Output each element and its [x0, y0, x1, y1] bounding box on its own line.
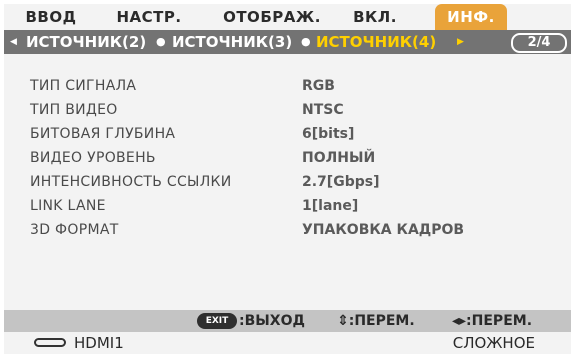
info-row-link-rate: ИНТЕНСИВНОСТЬ ССЫЛКИ 2.7[Gbps]: [4, 170, 571, 194]
info-label: БИТОВАЯ ГЛУБИНА: [30, 126, 176, 142]
info-row-bit-depth: БИТОВАЯ ГЛУБИНА 6[bits]: [4, 122, 571, 146]
info-label: 3D ФОРМАТ: [30, 222, 119, 238]
separator-dot-icon: ●: [301, 35, 311, 48]
info-label: ТИП СИГНАЛА: [30, 78, 137, 94]
page-indicator: 2/4: [511, 33, 567, 53]
exit-key-icon: EXIT: [197, 313, 237, 329]
source-subtab-bar: ◀ ИСТОЧНИК(2) ● ИСТОЧНИК(3) ● ИСТОЧНИК(4…: [4, 30, 571, 54]
tab-input[interactable]: ВВОД: [12, 4, 90, 30]
move-updown-guide: ⇕:ПЕРЕМ.: [337, 313, 415, 329]
subtab-source-2[interactable]: ИСТОЧНИК(2): [26, 30, 146, 54]
info-label: LINK LANE: [30, 198, 106, 214]
tab-power[interactable]: ВКЛ.: [340, 4, 410, 30]
separator-dot-icon: ●: [156, 35, 166, 48]
info-row-signal-type: ТИП СИГНАЛА RGB: [4, 74, 571, 98]
info-value: 1[lane]: [302, 198, 359, 214]
move-leftright-guide: ◂▸:ПЕРЕМ.: [452, 313, 533, 329]
menu-tabs: ВВОД НАСТР. ОТОБРАЖ. ВКЛ. ИНФ.: [4, 4, 571, 30]
info-value: 2.7[Gbps]: [302, 174, 380, 190]
tab-display[interactable]: ОТОБРАЖ.: [212, 4, 332, 30]
triangle-left-icon[interactable]: ◀: [10, 30, 17, 54]
info-value: УПАКОВКА КАДРОВ: [302, 222, 465, 238]
hdmi-connector-icon: [34, 338, 66, 347]
input-source: HDMI1: [74, 334, 124, 352]
info-label: ТИП ВИДЕО: [30, 102, 118, 118]
key-guide-bar: EXIT :ВЫХОД ⇕:ПЕРЕМ. ◂▸:ПЕРЕМ.: [4, 310, 571, 332]
tab-info[interactable]: ИНФ.: [435, 4, 507, 30]
exit-guide: :ВЫХОД: [239, 313, 305, 329]
onscreen-menu: ВВОД НАСТР. ОТОБРАЖ. ВКЛ. ИНФ. ◀ ИСТОЧНИ…: [0, 0, 575, 356]
status-bar: HDMI1 СЛОЖНОЕ: [4, 332, 571, 354]
info-row-video-type: ТИП ВИДЕО NTSC: [4, 98, 571, 122]
info-value: ПОЛНЫЙ: [302, 150, 376, 166]
info-row-video-level: ВИДЕО УРОВЕНЬ ПОЛНЫЙ: [4, 146, 571, 170]
info-value: RGB: [302, 78, 335, 94]
info-value: NTSC: [302, 102, 344, 118]
info-row-link-lane: LINK LANE 1[lane]: [4, 194, 571, 218]
menu-mode: СЛОЖНОЕ: [452, 334, 535, 352]
subtab-source-3[interactable]: ИСТОЧНИК(3): [172, 30, 292, 54]
info-label: ВИДЕО УРОВЕНЬ: [30, 150, 156, 166]
info-value: 6[bits]: [302, 126, 355, 142]
tab-setup[interactable]: НАСТР.: [102, 4, 196, 30]
subtab-source-4[interactable]: ИСТОЧНИК(4): [316, 30, 436, 54]
info-panel: ТИП СИГНАЛА RGB ТИП ВИДЕО NTSC БИТОВАЯ Г…: [4, 54, 571, 310]
info-row-3d-format: 3D ФОРМАТ УПАКОВКА КАДРОВ: [4, 218, 571, 242]
triangle-right-icon[interactable]: ▶: [457, 30, 464, 54]
info-label: ИНТЕНСИВНОСТЬ ССЫЛКИ: [30, 174, 232, 190]
